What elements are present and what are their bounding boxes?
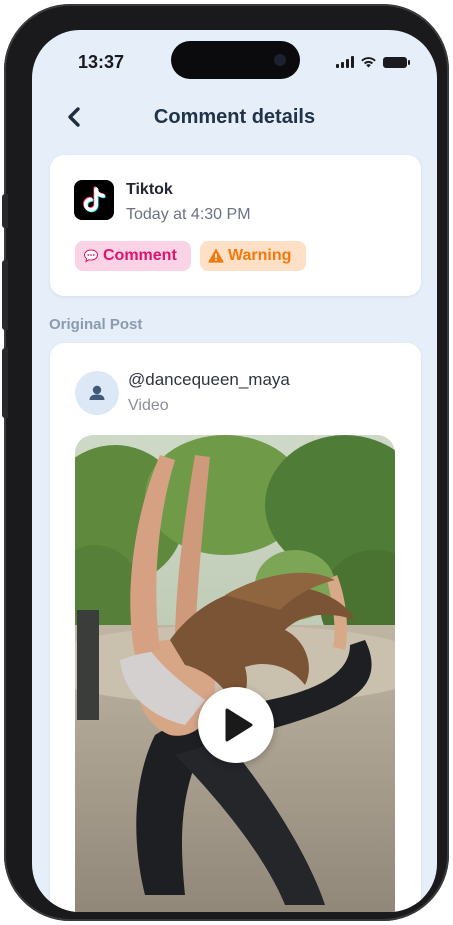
post-username[interactable]: @dancequeen_maya <box>128 370 290 390</box>
section-label-original-post: Original Post <box>49 316 143 333</box>
video-thumbnail[interactable] <box>75 435 395 912</box>
status-time: 13:37 <box>78 52 125 72</box>
status-icons <box>336 56 410 68</box>
action-button <box>2 194 8 228</box>
app-screen: 13:37 Comment details Tiktok Today at 4:… <box>32 30 437 912</box>
original-post-card: @dancequeen_maya Video <box>50 343 421 912</box>
volume-down-button <box>2 348 8 418</box>
notification-timestamp: Today at 4:30 PM <box>126 206 251 223</box>
volume-up-button <box>2 260 8 330</box>
dynamic-island <box>171 41 300 79</box>
dancer-photo <box>75 435 395 912</box>
cellular-signal-icon <box>336 56 354 68</box>
avatar[interactable] <box>75 371 119 415</box>
front-camera <box>274 54 286 66</box>
tiktok-logo <box>74 180 114 220</box>
wifi-icon <box>361 57 376 68</box>
comment-badge-label: Comment <box>103 247 177 264</box>
nav-header: Comment details <box>32 102 437 138</box>
warning-triangle-icon <box>208 248 224 263</box>
notification-card: Tiktok Today at 4:30 PM Comment Warning <box>50 155 421 296</box>
comment-badge: Comment <box>75 241 191 271</box>
warning-badge-label: Warning <box>228 247 292 264</box>
speech-bubble-icon <box>83 249 99 263</box>
play-button[interactable] <box>198 687 274 763</box>
warning-badge: Warning <box>200 241 306 271</box>
post-media-type: Video <box>128 397 169 414</box>
play-icon <box>225 708 253 742</box>
phone-frame: 13:37 Comment details Tiktok Today at 4:… <box>2 4 449 921</box>
person-icon <box>89 385 105 400</box>
app-name: Tiktok <box>126 181 173 198</box>
page-title: Comment details <box>153 106 316 128</box>
battery-icon <box>383 57 410 68</box>
